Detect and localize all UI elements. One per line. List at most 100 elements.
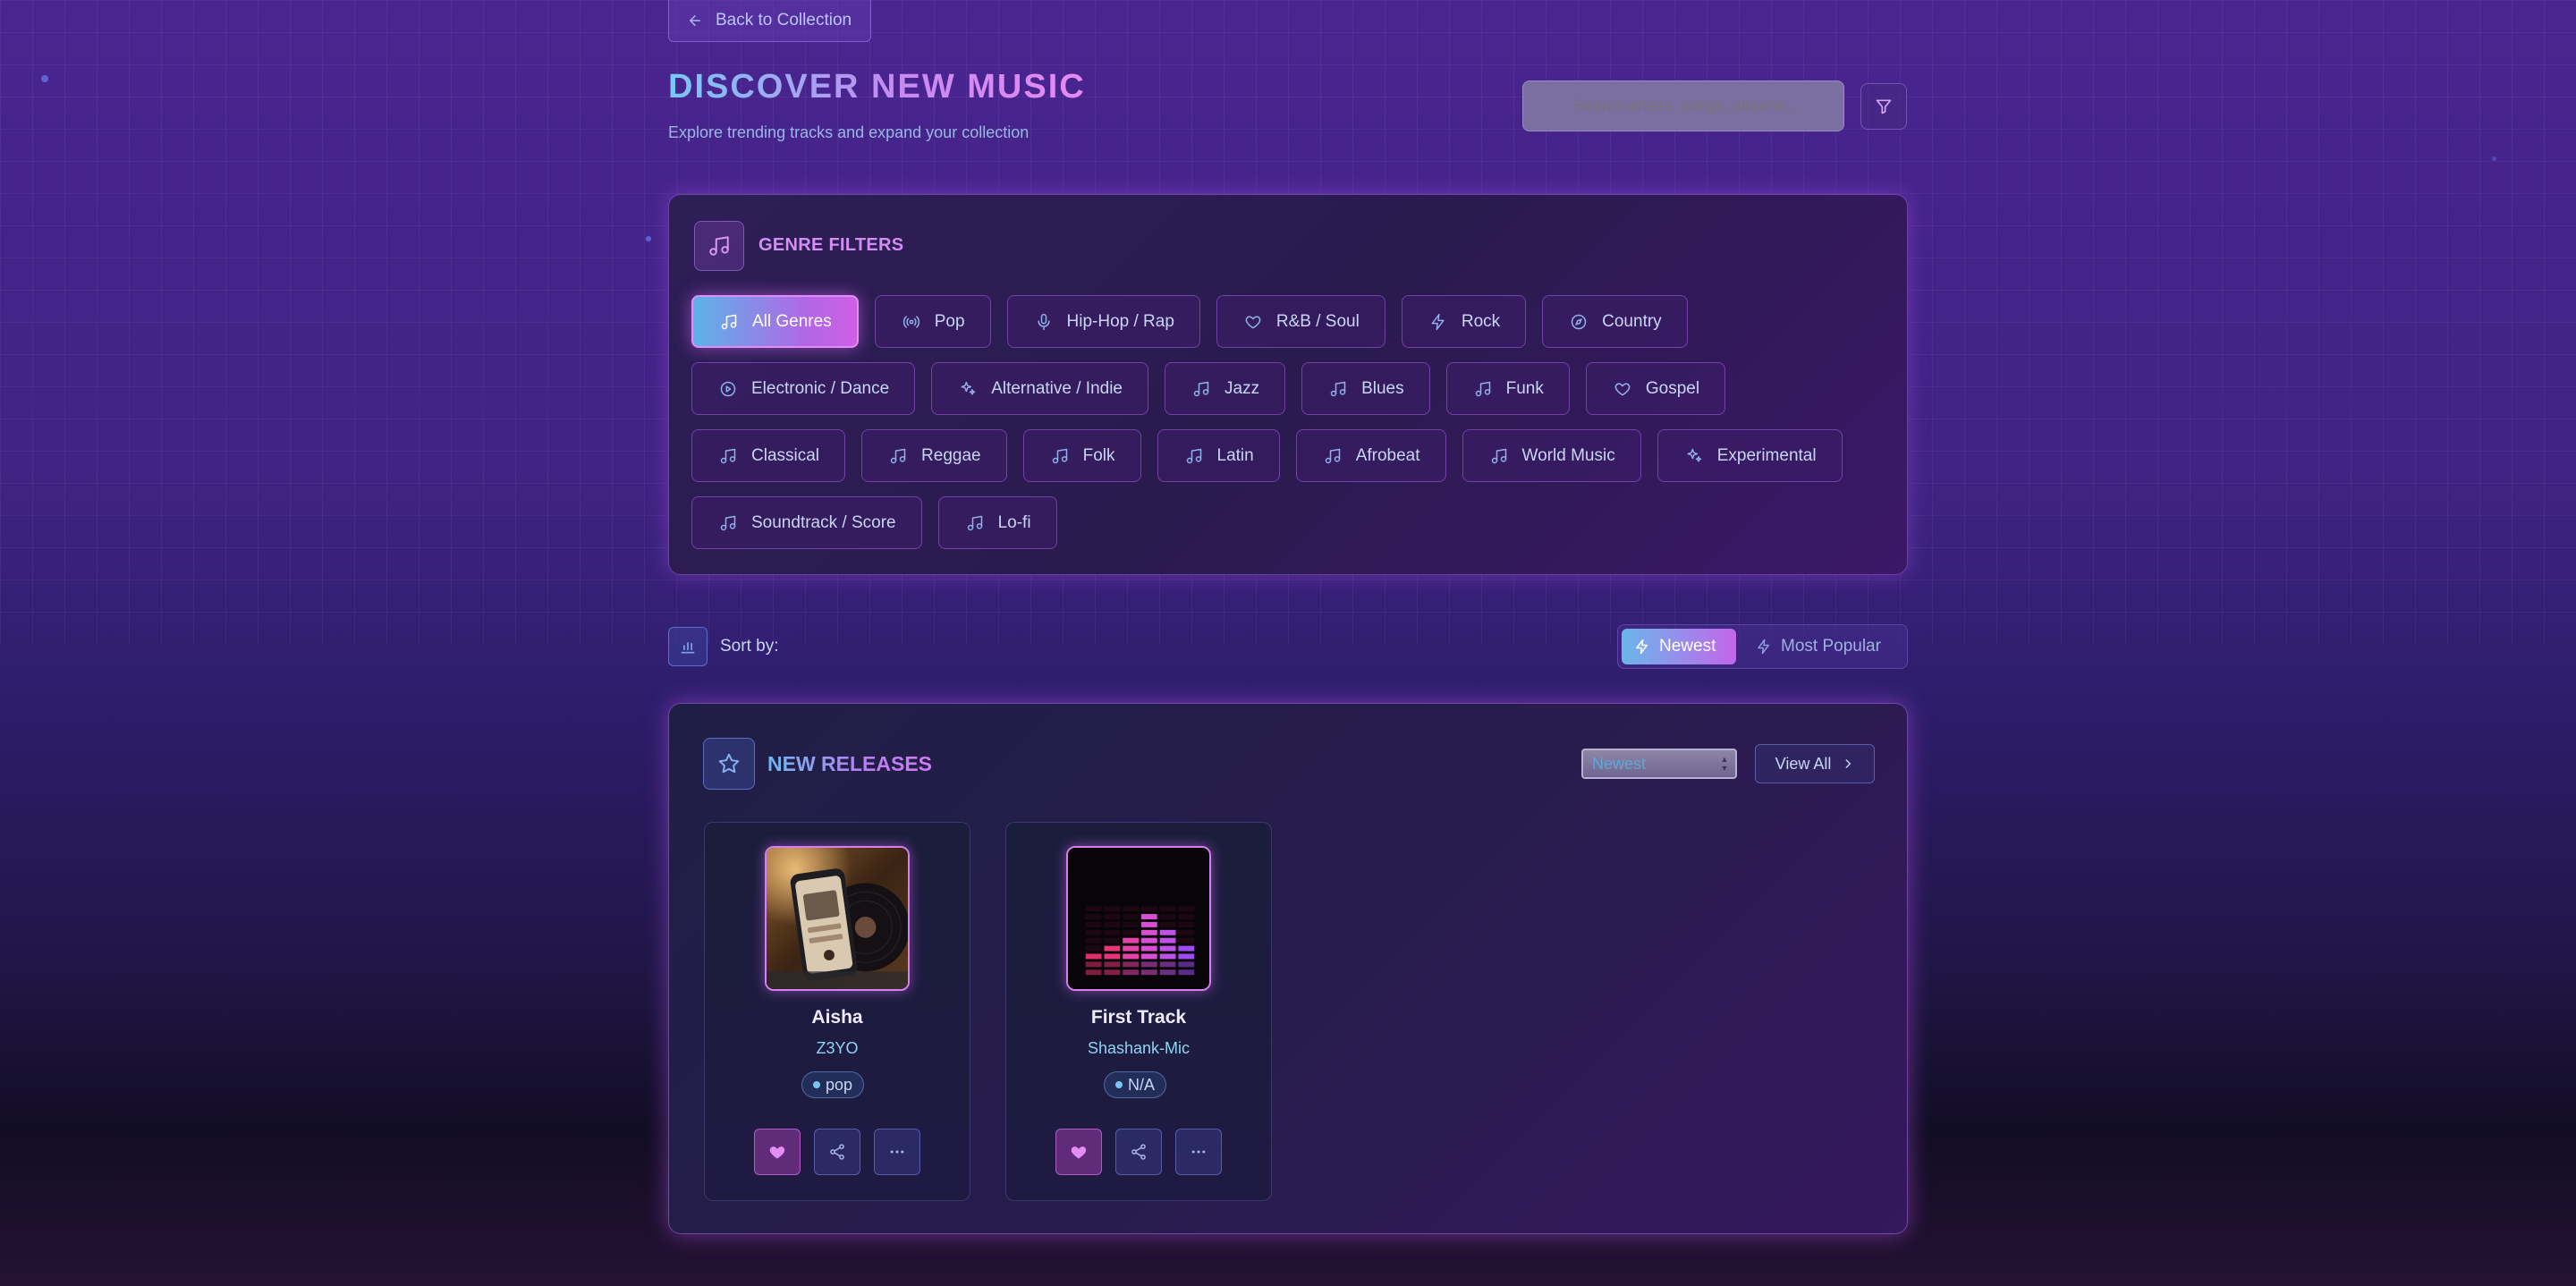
genre-chip-label: World Music <box>1521 445 1615 465</box>
like-button[interactable] <box>1055 1129 1102 1175</box>
sparkles-icon <box>961 381 976 395</box>
sort-option-label: Most Popular <box>1781 637 1881 656</box>
genre-chip[interactable]: Funk <box>1445 362 1570 415</box>
badge-dot <box>1115 1081 1123 1088</box>
genre-chip-label: Afrobeat <box>1355 445 1420 465</box>
share-icon <box>830 1144 844 1160</box>
card-actions <box>1055 1129 1222 1175</box>
track-title: Aisha <box>811 1007 863 1028</box>
microphone-icon <box>1037 313 1050 330</box>
genre-chip[interactable]: Afrobeat <box>1295 429 1446 482</box>
genre-chip-label: Experimental <box>1716 445 1817 465</box>
genre-chip-label: Reggae <box>921 445 981 465</box>
genre-chip[interactable]: Classical <box>691 429 846 482</box>
bar-chart-icon <box>668 627 708 666</box>
more-options-button[interactable] <box>1175 1129 1222 1175</box>
more-options-button[interactable] <box>874 1129 920 1175</box>
genre-chip[interactable]: Pop <box>874 295 991 348</box>
music-note-icon <box>694 221 744 271</box>
decorative-dot <box>2492 157 2496 161</box>
sort-option-newest[interactable]: Newest <box>1622 629 1736 664</box>
music-note-icon <box>1475 381 1490 396</box>
genre-chip[interactable]: Electronic / Dance <box>691 362 916 415</box>
music-note-icon <box>720 515 736 530</box>
genre-chip[interactable]: Latin <box>1157 429 1280 482</box>
lightning-icon <box>1758 639 1769 655</box>
genre-chip[interactable]: Folk <box>1022 429 1141 482</box>
genre-badge: N/A <box>1104 1071 1167 1098</box>
genre-chip-label: Pop <box>934 311 965 331</box>
chevron-right-icon <box>1845 759 1852 768</box>
genre-chip-label: Soundtrack / Score <box>751 512 896 532</box>
music-note-icon <box>1186 448 1201 463</box>
track-artist[interactable]: Z3YO <box>705 1039 970 1058</box>
album-cover[interactable] <box>1066 846 1211 991</box>
lightning-icon <box>1636 639 1648 655</box>
new-releases-panel: NEW RELEASES Newest ▲ ▼ View All Aisha Z… <box>668 703 1908 1234</box>
genre-chip[interactable]: Hip-Hop / Rap <box>1006 295 1200 348</box>
heart-icon <box>1245 315 1261 328</box>
view-all-label: View All <box>1775 754 1832 773</box>
genre-chip[interactable]: Soundtrack / Score <box>691 496 922 549</box>
decorative-dot <box>646 236 651 241</box>
genre-chip[interactable]: Blues <box>1301 362 1430 415</box>
genre-chip-label: Country <box>1602 311 1662 331</box>
genre-chip[interactable]: All Genres <box>691 295 859 348</box>
music-note-icon <box>967 515 982 530</box>
sort-toggle: Newest Most Popular <box>1617 624 1908 669</box>
track-artist[interactable]: Shashank-Mic <box>1006 1039 1271 1058</box>
sparkles-icon <box>1687 448 1701 462</box>
heart-icon <box>769 1146 785 1159</box>
share-button[interactable] <box>814 1129 860 1175</box>
page-title: DISCOVER NEW MUSIC <box>668 68 1086 106</box>
back-label: Back to Collection <box>716 11 852 30</box>
sort-option-most-popular[interactable]: Most Popular <box>1743 629 1894 664</box>
decorative-dot <box>41 75 48 82</box>
like-button[interactable] <box>754 1129 801 1175</box>
music-note-icon <box>1491 448 1506 463</box>
genre-chip-label: Latin <box>1216 445 1254 465</box>
genre-chip[interactable]: Country <box>1542 295 1688 348</box>
genre-chip-label: Rock <box>1461 311 1501 331</box>
sort-option-label: Newest <box>1659 637 1716 656</box>
genre-chip[interactable]: Reggae <box>861 429 1007 482</box>
search-input[interactable] <box>1522 80 1844 131</box>
sort-label: Sort by: <box>720 637 779 656</box>
genre-chip-label: R&B / Soul <box>1275 311 1360 331</box>
release-card[interactable]: First Track Shashank-Mic N/A <box>1005 822 1272 1201</box>
music-note-icon <box>720 448 736 463</box>
genre-filters-panel: GENRE FILTERS All Genres Pop Hip-Hop / Rap… <box>668 194 1908 575</box>
back-to-collection-button[interactable]: Back to Collection <box>668 0 871 42</box>
music-note-icon <box>1052 448 1067 463</box>
music-note-icon <box>1325 448 1340 463</box>
page-subtitle: Explore trending tracks and expand your … <box>668 123 1030 141</box>
genre-badge-label: pop <box>826 1075 853 1094</box>
share-icon <box>1131 1144 1146 1160</box>
genre-chip[interactable]: Rock <box>1401 295 1527 348</box>
track-title: First Track <box>1090 1007 1187 1028</box>
select-arrows-icon: ▲ ▼ <box>1720 755 1729 773</box>
filter-button[interactable] <box>1860 83 1907 130</box>
genre-chip[interactable]: Gospel <box>1585 362 1726 415</box>
broadcast-icon <box>902 315 919 328</box>
album-cover[interactable] <box>765 846 910 991</box>
genre-chip[interactable]: Lo-fi <box>937 496 1057 549</box>
releases-sort-select[interactable]: Newest ▲ ▼ <box>1581 749 1737 779</box>
genre-chip-label: Electronic / Dance <box>751 378 890 398</box>
genre-chip-label: Jazz <box>1224 378 1260 398</box>
genre-chip[interactable]: Jazz <box>1165 362 1286 415</box>
filter-icon <box>1876 99 1892 114</box>
genre-badge: pop <box>801 1071 865 1098</box>
genre-chip-label: Lo-fi <box>997 512 1031 532</box>
release-card[interactable]: Aisha Z3YO pop <box>704 822 970 1201</box>
music-note-icon <box>890 448 906 463</box>
more-horizontal-icon <box>1191 1150 1206 1154</box>
genre-chip[interactable]: Alternative / Indie <box>931 362 1148 415</box>
music-note-icon <box>1193 381 1209 396</box>
share-button[interactable] <box>1115 1129 1162 1175</box>
genre-chip[interactable]: Experimental <box>1657 429 1843 482</box>
view-all-button[interactable]: View All <box>1755 744 1875 783</box>
badge-dot <box>813 1081 820 1088</box>
genre-chip[interactable]: World Music <box>1462 429 1641 482</box>
genre-chip[interactable]: R&B / Soul <box>1216 295 1385 348</box>
